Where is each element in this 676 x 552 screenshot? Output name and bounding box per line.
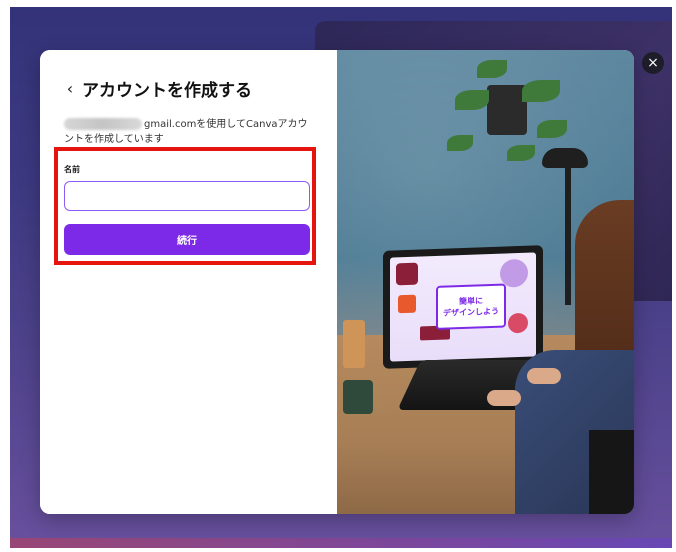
plant-pot	[487, 85, 527, 135]
laptop-screen: 簡単に デザインしよう	[383, 245, 543, 369]
modal-form-pane: ‹ アカウントを作成する gmail.comを使用してCanvaアカウントを作成…	[40, 50, 337, 514]
chevron-left-icon[interactable]: ‹	[64, 79, 76, 98]
plant-leaf	[537, 120, 567, 138]
laptop-display: 簡単に デザインしよう	[390, 252, 536, 362]
continue-button[interactable]: 続行	[64, 224, 310, 255]
pencil-cup	[343, 320, 365, 368]
screen-headline-badge: 簡単に デザインしよう	[436, 283, 506, 330]
plant-leaf	[477, 60, 507, 78]
plant-leaf	[455, 90, 489, 110]
decor-shape	[398, 294, 416, 314]
person-hand	[487, 390, 521, 406]
decor-shape	[396, 262, 418, 286]
plant-leaf	[447, 135, 473, 151]
decor-shape	[508, 312, 528, 334]
screenshot: × ‹ アカウントを作成する gmail.comを使用してCanvaアカウントを…	[10, 7, 672, 548]
screen-headline-line2: デザインしよう	[443, 306, 499, 318]
name-input[interactable]	[64, 181, 310, 211]
name-label: 名前	[64, 165, 80, 174]
desk-lamp-stand	[565, 165, 571, 305]
chair	[589, 430, 634, 514]
modal-title: アカウントを作成する	[82, 81, 252, 101]
close-button[interactable]: ×	[642, 52, 664, 74]
redacted-email	[64, 118, 142, 130]
person-hand	[527, 368, 561, 384]
signup-modal: ‹ アカウントを作成する gmail.comを使用してCanvaアカウントを作成…	[40, 50, 634, 514]
plant-leaf	[507, 145, 535, 161]
hero-illustration: 簡単に デザインしよう	[337, 50, 634, 514]
plant-leaf	[522, 80, 560, 102]
close-icon: ×	[647, 55, 659, 71]
title-row: ‹ アカウントを作成する	[64, 76, 252, 101]
coffee-mug	[343, 380, 373, 414]
email-info: gmail.comを使用してCanvaアカウントを作成しています	[64, 117, 314, 147]
screen-headline-line1: 簡単に	[459, 296, 483, 307]
